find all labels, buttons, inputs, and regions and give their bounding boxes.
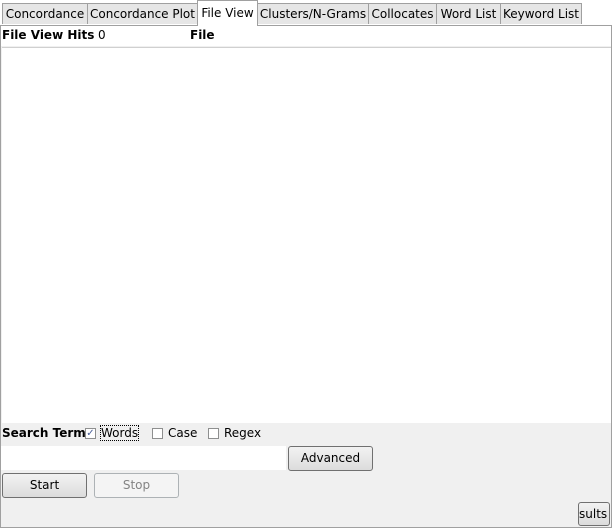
start-button[interactable]: Start: [2, 473, 87, 498]
stop-button[interactable]: Stop: [94, 473, 179, 498]
case-checkbox[interactable]: [152, 428, 163, 439]
hits-value: 0: [98, 28, 106, 42]
file-label: File: [190, 28, 215, 42]
search-term-input[interactable]: [1, 446, 286, 470]
hits-label: File View Hits: [2, 28, 95, 42]
search-term-label: Search Term: [2, 426, 86, 440]
tab-clusters-ngrams[interactable]: Clusters/N-Grams: [257, 3, 369, 24]
file-view-area[interactable]: [2, 47, 611, 423]
advanced-button[interactable]: Advanced: [288, 446, 373, 471]
regex-label[interactable]: Regex: [224, 426, 261, 440]
tab-word-list[interactable]: Word List: [436, 3, 501, 24]
tab-concordance-plot[interactable]: Concordance Plot: [87, 3, 198, 24]
words-checkbox[interactable]: ✓: [85, 428, 96, 439]
tab-file-view[interactable]: File View: [197, 0, 258, 26]
regex-checkbox[interactable]: [208, 428, 219, 439]
tab-keyword-list[interactable]: Keyword List: [500, 3, 582, 24]
tab-concordance[interactable]: Concordance: [2, 3, 88, 24]
words-label[interactable]: Words: [99, 425, 140, 441]
header-row: File View Hits 0 File: [1, 26, 611, 46]
results-button[interactable]: sults: [578, 502, 610, 526]
checkmark-icon: ✓: [86, 428, 95, 439]
tab-collocates[interactable]: Collocates: [368, 3, 437, 24]
case-label[interactable]: Case: [168, 426, 197, 440]
